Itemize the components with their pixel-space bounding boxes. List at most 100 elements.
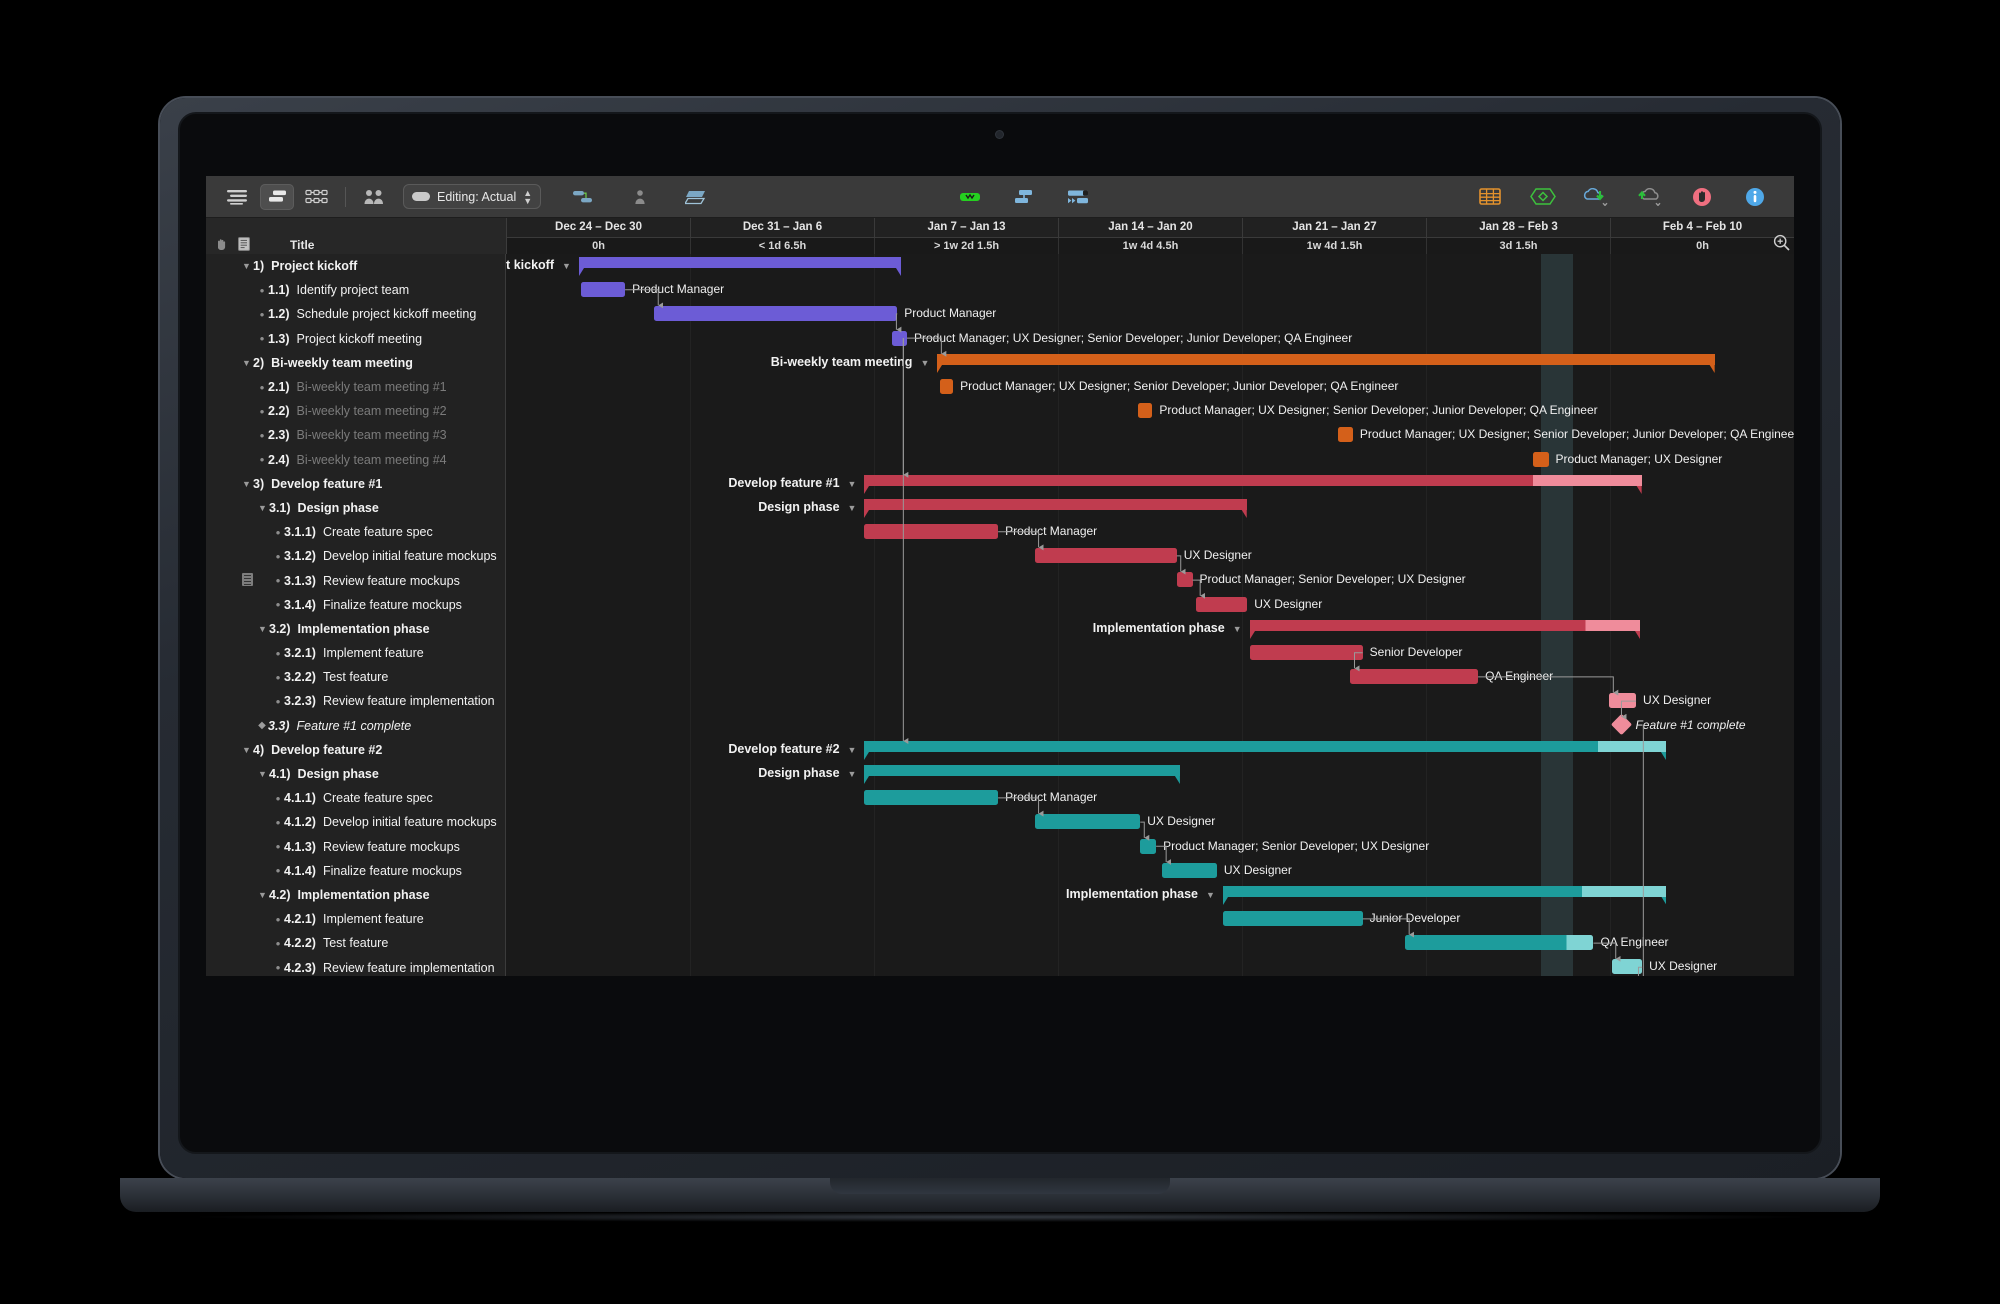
gantt-chart-canvas[interactable]: Project kickoff ▼ Product Manager Product M… (506, 254, 1794, 976)
task-bar[interactable] (1350, 669, 1479, 685)
summary-bar[interactable] (937, 353, 1715, 373)
link-tasks-icon[interactable] (567, 184, 601, 210)
task-note-icon[interactable] (242, 573, 253, 587)
task-bar[interactable] (1609, 693, 1637, 709)
task-row[interactable]: • 1.3) Project kickoff meeting (206, 327, 505, 351)
summary-bar[interactable] (864, 740, 1667, 760)
disclosure-triangle[interactable]: ▼ (920, 358, 929, 368)
task-bar[interactable] (1249, 645, 1363, 660)
level-resources-icon[interactable] (679, 184, 713, 210)
task-row[interactable]: • 2.1) Bi-weekly team meeting #1 (206, 375, 505, 399)
disclosure-triangle[interactable]: ▼ (256, 890, 269, 900)
summary-bar[interactable] (864, 764, 1181, 784)
task-row[interactable]: ▼ 4) Develop feature #2 (206, 738, 505, 762)
task-bar[interactable] (1140, 838, 1157, 854)
disclosure-triangle[interactable]: ▼ (240, 745, 253, 755)
task-row[interactable]: ◆ 3.3) Feature #1 complete (206, 714, 505, 738)
column-header-title[interactable]: Title (290, 238, 314, 254)
task-row[interactable]: • 4.1.4) Finalize feature mockups (206, 859, 505, 883)
task-row[interactable]: • 3.1.3) Review feature mockups (206, 568, 505, 592)
task-bar[interactable] (1162, 862, 1217, 878)
summary-bar[interactable] (1249, 619, 1640, 639)
task-row[interactable]: ▼ 3) Develop feature #1 (206, 472, 505, 496)
disclosure-triangle[interactable]: ▼ (848, 769, 857, 779)
task-row[interactable]: • 3.2.2) Test feature (206, 665, 505, 689)
task-row[interactable]: • 1.1) Identify project team (206, 278, 505, 302)
summary-bar[interactable] (578, 257, 901, 276)
task-bar[interactable] (654, 306, 898, 322)
task-bar[interactable] (581, 282, 626, 298)
disclosure-triangle[interactable]: ▼ (1206, 890, 1215, 900)
disclosure-triangle[interactable]: ▼ (256, 624, 269, 634)
task-row[interactable]: ▼ 3.2) Implementation phase (206, 617, 505, 641)
editing-mode-selector[interactable]: Editing: Actual ▲ ▼ (403, 184, 542, 209)
task-row[interactable]: • 1.2) Schedule project kickoff meeting (206, 302, 505, 326)
note-icon[interactable] (238, 237, 250, 251)
task-bar[interactable] (864, 524, 999, 540)
task-bar[interactable] (1405, 935, 1594, 951)
disclosure-triangle[interactable]: ▼ (1233, 624, 1242, 634)
task-row[interactable]: • 2.4) Bi-weekly team meeting #4 (206, 448, 505, 472)
task-bar[interactable] (1034, 548, 1177, 564)
disclosure-triangle[interactable]: ▼ (256, 503, 269, 513)
summary-bar[interactable] (864, 498, 1248, 518)
task-row[interactable]: ▼ 3.1) Design phase (206, 496, 505, 520)
hand-icon[interactable] (214, 237, 228, 251)
info-icon[interactable] (1738, 184, 1772, 210)
download-icon[interactable] (1579, 184, 1613, 210)
task-bar[interactable] (1176, 572, 1193, 588)
task-row[interactable]: • 2.3) Bi-weekly team meeting #3 (206, 423, 505, 447)
table-view-icon[interactable] (1473, 184, 1507, 210)
disclosure-triangle[interactable]: ▼ (848, 479, 857, 489)
network-view-icon[interactable] (300, 184, 334, 210)
task-row[interactable]: • 3.1.2) Develop initial feature mockups (206, 544, 505, 568)
zoom-in-icon[interactable] (1773, 234, 1790, 251)
task-bar[interactable] (892, 330, 907, 346)
stop-icon[interactable] (1685, 184, 1719, 210)
task-bar[interactable] (864, 790, 999, 806)
task-row[interactable]: • 4.1.3) Review feature mockups (206, 835, 505, 859)
resources-view-icon[interactable] (357, 184, 391, 210)
task-row[interactable]: • 4.2.1) Implement feature (206, 907, 505, 931)
disclosure-triangle[interactable]: ▼ (240, 358, 253, 368)
task-row[interactable]: • 4.2.3) Review feature implementation (206, 955, 505, 976)
upload-icon[interactable] (1632, 184, 1666, 210)
task-bar[interactable] (1034, 814, 1141, 830)
task-bar[interactable] (1532, 451, 1549, 467)
task-list-sidebar[interactable]: ▼ 1) Project kickoff • 1.1) Identify project … (206, 254, 506, 976)
task-bar[interactable] (1338, 427, 1353, 443)
baseline-icon[interactable] (953, 184, 987, 210)
task-row[interactable]: ▼ 1) Project kickoff (206, 254, 505, 278)
chevron-updown-icon[interactable]: ▲ ▼ (523, 188, 532, 205)
schedule-icon[interactable] (1061, 184, 1095, 210)
task-bar[interactable] (1137, 403, 1153, 419)
gantt-view-icon[interactable] (260, 183, 294, 210)
task-row[interactable]: ▼ 4.2) Implementation phase (206, 883, 505, 907)
task-row[interactable]: • 4.1.2) Develop initial feature mockups (206, 810, 505, 834)
task-row[interactable]: • 3.2.3) Review feature implementation (206, 689, 505, 713)
disclosure-triangle[interactable]: ▼ (240, 261, 253, 271)
task-row[interactable]: ▼ 4.1) Design phase (206, 762, 505, 786)
task-row[interactable]: • 4.1.1) Create feature spec (206, 786, 505, 810)
disclosure-triangle[interactable]: ▼ (562, 261, 571, 271)
milestone-marker[interactable] (1611, 713, 1633, 735)
disclosure-triangle[interactable]: ▼ (240, 479, 253, 489)
summary-bar[interactable] (864, 474, 1643, 494)
summary-bar[interactable] (1222, 885, 1667, 905)
diamond-view-icon[interactable] (1526, 184, 1560, 210)
indent-icon[interactable] (1007, 184, 1041, 210)
disclosure-triangle[interactable]: ▼ (848, 503, 857, 513)
task-bar[interactable] (1611, 959, 1643, 975)
task-bar[interactable] (939, 378, 954, 394)
task-row[interactable]: ▼ 2) Bi-weekly team meeting (206, 351, 505, 375)
task-row[interactable]: • 3.1.4) Finalize feature mockups (206, 593, 505, 617)
task-row[interactable]: • 3.2.1) Implement feature (206, 641, 505, 665)
assign-resource-icon[interactable] (623, 184, 657, 210)
disclosure-triangle[interactable]: ▼ (256, 769, 269, 779)
task-row[interactable]: • 4.2.2) Test feature (206, 931, 505, 955)
task-bar[interactable] (1196, 596, 1248, 612)
disclosure-triangle[interactable]: ▼ (848, 745, 857, 755)
outline-view-icon[interactable] (220, 184, 254, 210)
task-bar[interactable] (1222, 911, 1363, 927)
task-row[interactable]: • 3.1.1) Create feature spec (206, 520, 505, 544)
